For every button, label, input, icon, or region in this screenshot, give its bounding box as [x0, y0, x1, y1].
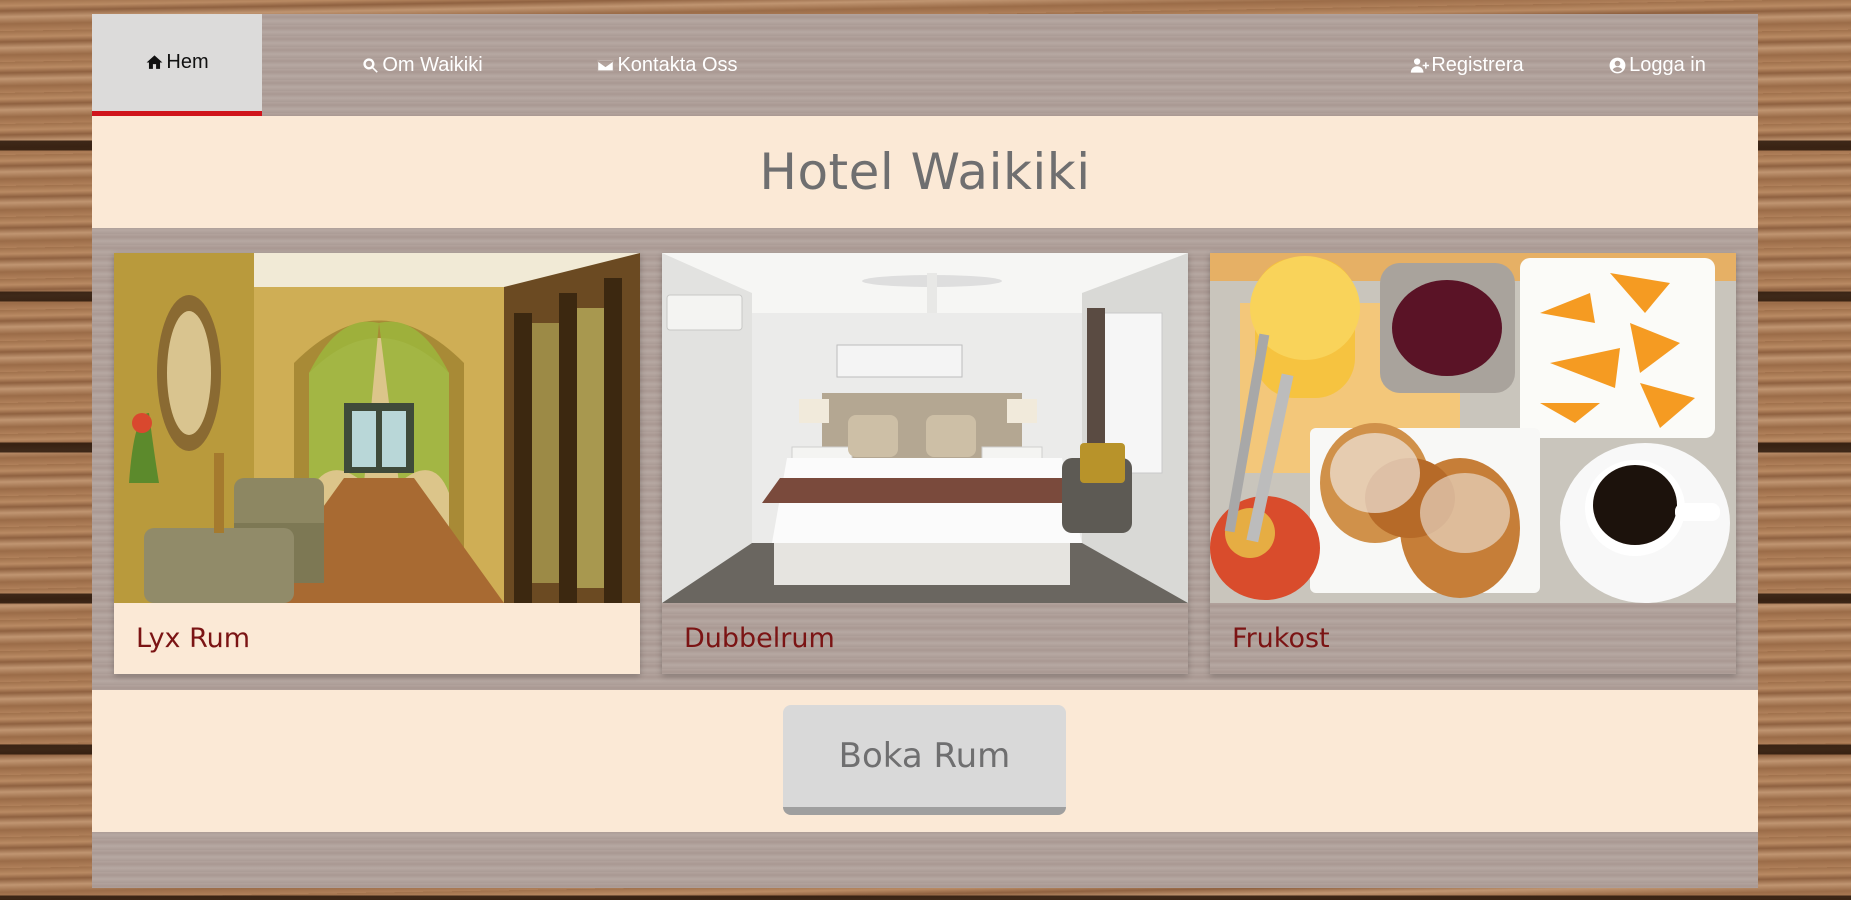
nav-home-link[interactable]: Hem [92, 14, 262, 116]
booking-band: Boka Rum [92, 690, 1758, 832]
home-icon [146, 55, 163, 69]
card-caption: Frukost [1210, 603, 1736, 674]
card-caption: Dubbelrum [662, 603, 1188, 674]
envelope-icon [597, 58, 615, 72]
double-room-photo [662, 253, 1188, 603]
page-title: Hotel Waikiki [759, 143, 1091, 201]
page-container: Hem Om Waikiki Kontakta Oss Registrera L… [92, 14, 1758, 888]
luxury-room-photo [114, 253, 640, 603]
room-card-double[interactable]: Dubbelrum [662, 253, 1188, 674]
search-icon [363, 57, 379, 73]
top-navbar: Hem Om Waikiki Kontakta Oss Registrera L… [92, 14, 1758, 116]
room-card-luxury[interactable]: Lyx Rum [114, 253, 640, 674]
nav-register-label: Registrera [1431, 53, 1524, 76]
card-caption: Lyx Rum [114, 603, 640, 674]
room-card-breakfast[interactable]: Frukost [1210, 253, 1736, 674]
nav-about-label: Om Waikiki [382, 53, 483, 76]
nav-login-label: Logga in [1629, 53, 1706, 76]
nav-login-link[interactable]: Logga in [1582, 14, 1732, 116]
user-plus-icon [1411, 57, 1430, 73]
nav-contact-link[interactable]: Kontakta Oss [532, 14, 802, 116]
nav-register-link[interactable]: Registrera [1372, 14, 1562, 116]
nav-contact-label: Kontakta Oss [617, 53, 738, 76]
nav-home-label: Hem [166, 51, 209, 73]
book-room-button[interactable]: Boka Rum [783, 705, 1066, 815]
nav-about-link[interactable]: Om Waikiki [307, 14, 537, 116]
user-circle-icon [1609, 57, 1626, 73]
header-band: Hotel Waikiki [92, 116, 1758, 228]
breakfast-photo [1210, 253, 1736, 603]
